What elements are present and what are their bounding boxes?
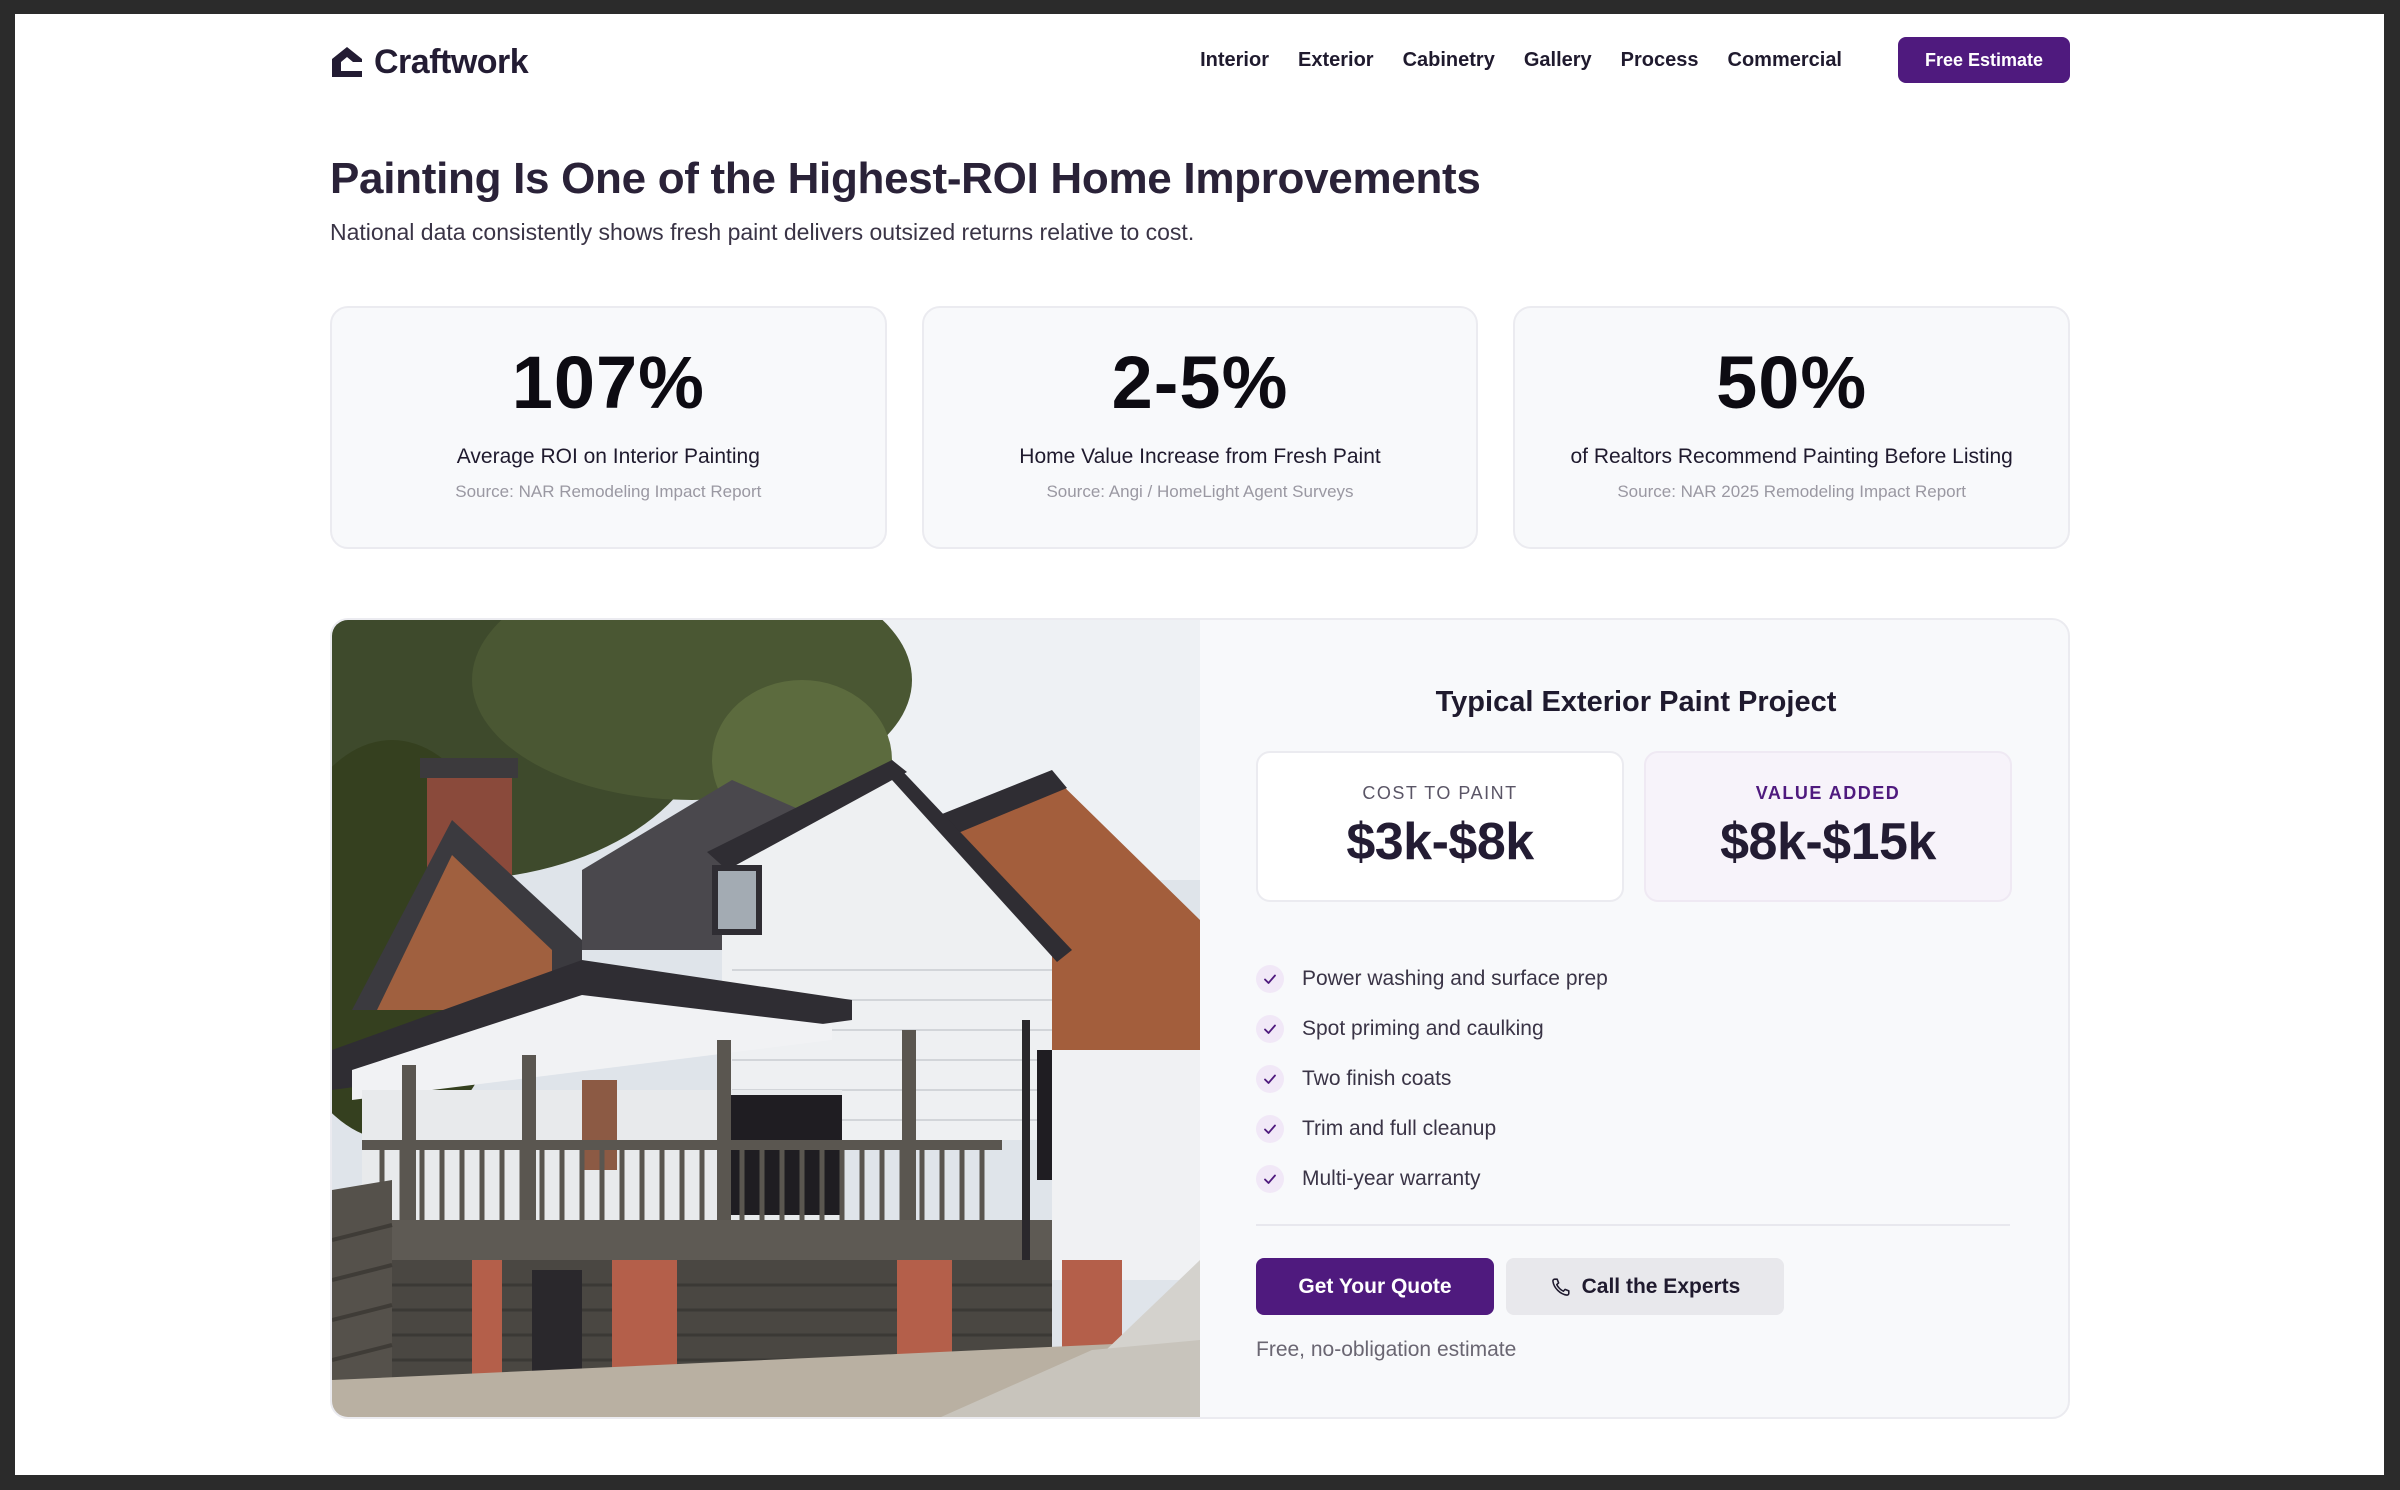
list-item-text: Multi-year warranty: [1302, 1167, 1481, 1190]
nav-link-gallery[interactable]: Gallery: [1524, 49, 1592, 72]
list-item: Trim and full cleanup: [1256, 1104, 1608, 1154]
stat-card: 107% Average ROI on Interior Painting So…: [330, 306, 887, 549]
list-item: Multi-year warranty: [1256, 1154, 1608, 1204]
stat-source: Source: NAR 2025 Remodeling Impact Repor…: [1617, 482, 1967, 501]
stat-value: 50%: [1716, 341, 1868, 424]
list-item-text: Spot priming and caulking: [1302, 1017, 1544, 1040]
list-item: Spot priming and caulking: [1256, 1004, 1608, 1054]
divider: [1256, 1224, 2010, 1226]
page-title: Painting Is One of the Highest-ROI Home …: [330, 154, 1481, 203]
house-logo-icon: [332, 47, 362, 77]
cost-label: COST TO PAINT: [1362, 783, 1518, 803]
free-estimate-button[interactable]: Free Estimate: [1898, 37, 2070, 83]
stat-label: Home Value Increase from Fresh Paint: [1019, 445, 1381, 468]
brand-logo[interactable]: Craftwork: [330, 42, 529, 82]
nav-link-interior[interactable]: Interior: [1200, 49, 1269, 72]
list-item-text: Two finish coats: [1302, 1067, 1452, 1090]
check-icon: [1256, 1165, 1284, 1193]
cost-value: $3k-$8k: [1346, 813, 1534, 871]
list-item: Power washing and surface prep: [1256, 954, 1608, 1004]
included-services-list: Power washing and surface prep Spot prim…: [1256, 954, 1608, 1204]
nav-link-cabinetry[interactable]: Cabinetry: [1403, 49, 1495, 72]
check-icon: [1256, 1015, 1284, 1043]
check-icon: [1256, 1115, 1284, 1143]
browser-viewport: Craftwork Interior Exterior Cabinetry Ga…: [15, 14, 2384, 1475]
value-added-label: VALUE ADDED: [1755, 783, 1901, 803]
nav-link-commercial[interactable]: Commercial: [1728, 49, 1843, 72]
brand-name: Craftwork: [374, 42, 529, 81]
cost-to-paint-box: COST TO PAINT $3k-$8k: [1256, 751, 1624, 902]
value-added-value: $8k-$15k: [1720, 813, 1936, 871]
stat-card: 50% of Realtors Recommend Painting Befor…: [1513, 306, 2071, 549]
call-experts-button[interactable]: Call the Experts: [1506, 1258, 1784, 1315]
nav-link-process[interactable]: Process: [1621, 49, 1699, 72]
stat-label: of Realtors Recommend Painting Before Li…: [1570, 445, 2013, 468]
stat-card: 2-5% Home Value Increase from Fresh Pain…: [921, 306, 1479, 549]
project-title: Typical Exterior Paint Project: [1435, 686, 1837, 718]
stats-row: 107% Average ROI on Interior Painting So…: [330, 306, 2071, 549]
stat-source: Source: Angi / HomeLight Agent Surveys: [1046, 482, 1354, 501]
house-photo: [332, 620, 1200, 1417]
check-icon: [1256, 1065, 1284, 1093]
list-item-text: Power washing and surface prep: [1302, 967, 1608, 990]
value-added-box: VALUE ADDED $8k-$15k: [1644, 751, 2012, 902]
get-quote-button[interactable]: Get Your Quote: [1256, 1258, 1494, 1315]
stat-label: Average ROI on Interior Painting: [456, 445, 760, 468]
page-subtitle: National data consistently shows fresh p…: [330, 219, 1195, 245]
estimate-note: Free, no-obligation estimate: [1256, 1338, 1517, 1361]
call-experts-label: Call the Experts: [1581, 1274, 1741, 1298]
top-nav: Craftwork Interior Exterior Cabinetry Ga…: [330, 36, 2070, 84]
stat-source: Source: NAR Remodeling Impact Report: [455, 482, 762, 501]
list-item: Two finish coats: [1256, 1054, 1608, 1104]
exterior-project-card: Typical Exterior Paint Project COST TO P…: [330, 618, 2070, 1419]
phone-icon: [1551, 1277, 1570, 1296]
stat-value: 107%: [511, 341, 705, 424]
check-icon: [1256, 965, 1284, 993]
list-item-text: Trim and full cleanup: [1302, 1117, 1497, 1140]
nav-links: Interior Exterior Cabinetry Gallery Proc…: [1200, 36, 1842, 84]
stat-value: 2-5%: [1111, 341, 1289, 424]
nav-link-exterior[interactable]: Exterior: [1298, 49, 1374, 72]
project-details-panel: Typical Exterior Paint Project COST TO P…: [1200, 620, 2068, 1417]
